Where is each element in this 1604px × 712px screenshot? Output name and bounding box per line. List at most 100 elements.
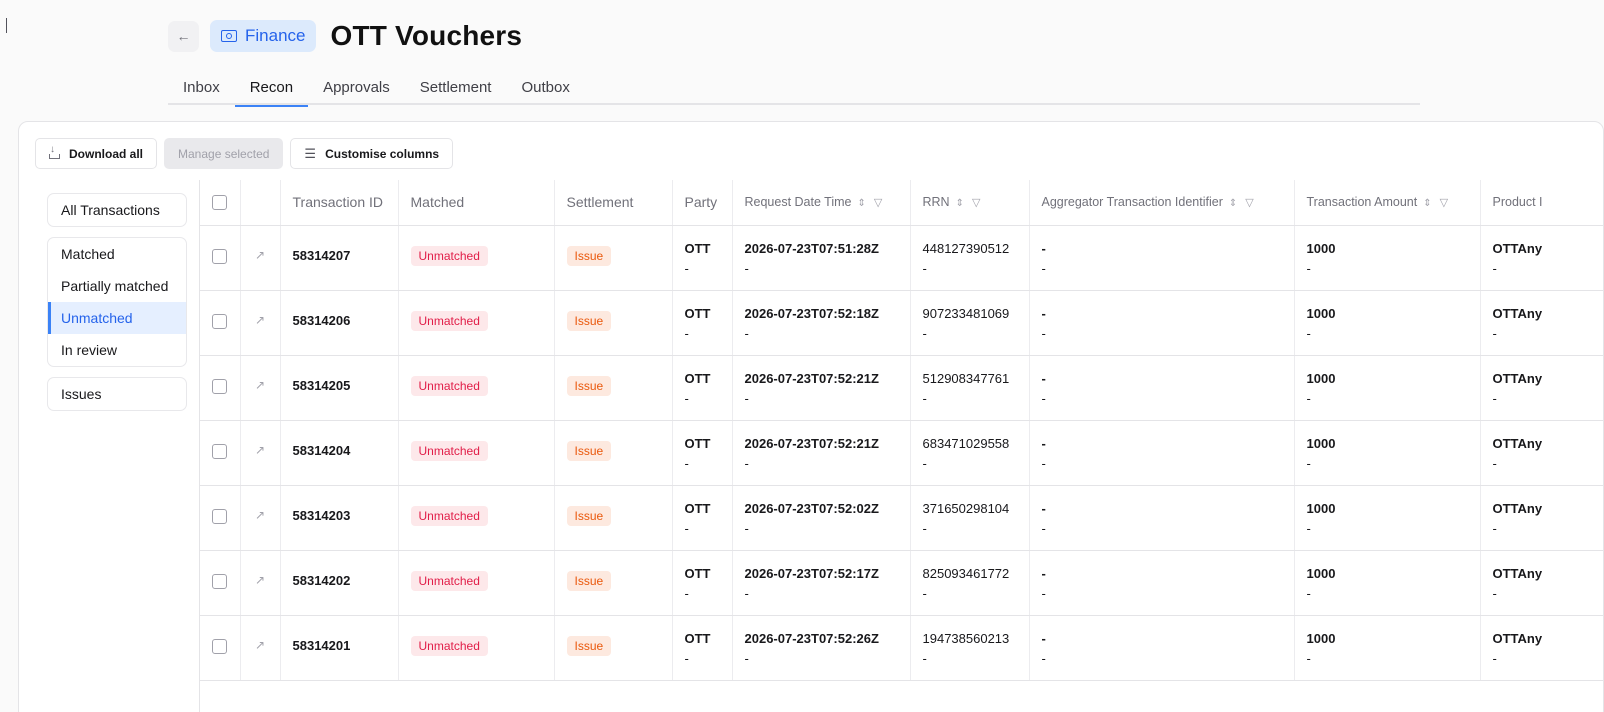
filter-icon[interactable]: ▽ <box>1245 197 1253 209</box>
rrn-value: 683471029558 <box>922 435 1010 451</box>
download-all-label: Download all <box>69 146 144 161</box>
filter-icon[interactable]: ▽ <box>972 197 980 209</box>
settlement-status-badge: Issue <box>566 570 612 591</box>
table-row[interactable]: ↗ 58314202 Unmatched Issue OTT -2026-07-23T07… <box>200 550 1603 616</box>
row-checkbox[interactable] <box>212 248 228 264</box>
finance-badge[interactable]: Finance <box>210 20 317 52</box>
request-date-secondary: - <box>744 390 749 406</box>
row-checkbox[interactable] <box>212 313 228 329</box>
filter-all-transactions[interactable]: All Transactions <box>48 194 186 226</box>
amount-value: 1000 <box>1306 500 1336 516</box>
column-header-aggregator-id[interactable]: Aggregator Transaction Identifier ⇕ ▽ <box>1029 180 1295 226</box>
back-button[interactable]: ← <box>168 20 199 52</box>
rrn-secondary: - <box>922 520 927 536</box>
row-checkbox[interactable] <box>212 573 228 589</box>
table-row[interactable]: ↗ 58314205 Unmatched Issue OTT -2026-07-23T07… <box>200 355 1603 421</box>
select-all-checkbox[interactable] <box>212 195 228 210</box>
party-value: OTT <box>684 370 711 386</box>
transaction-id[interactable]: 58314201 <box>280 615 399 681</box>
table-row[interactable]: ↗ 58314203 Unmatched Issue OTT -2026-07-23T07… <box>200 485 1603 551</box>
rrn-value: 448127390512 <box>922 240 1010 256</box>
rrn-value: 825093461772 <box>922 565 1010 581</box>
matched-status-badge: Unmatched <box>410 635 488 656</box>
table-row[interactable]: ↗ 58314204 Unmatched Issue OTT -2026-07-23T07… <box>200 420 1603 486</box>
filter-unmatched[interactable]: Unmatched <box>48 302 186 334</box>
external-link-icon[interactable]: ↗ <box>255 378 265 392</box>
external-link-icon[interactable]: ↗ <box>255 443 265 457</box>
column-header-party[interactable]: Party <box>672 180 733 226</box>
request-date-cell: 2026-07-23T07:52:26Z - <box>732 615 911 681</box>
row-checkbox[interactable] <box>212 443 228 459</box>
external-link-icon[interactable]: ↗ <box>255 573 265 587</box>
settlement-cell: Issue <box>554 420 673 486</box>
filter-icon[interactable]: ▽ <box>874 197 882 209</box>
manage-selected-button[interactable]: Manage selected <box>164 138 284 169</box>
tab-inbox[interactable]: Inbox <box>168 70 235 105</box>
tab-outbox[interactable]: Outbox <box>506 70 584 105</box>
transaction-id[interactable]: 58314204 <box>280 420 399 486</box>
sort-icon[interactable]: ⇕ <box>1229 198 1237 209</box>
party-value: OTT <box>684 240 711 256</box>
request-date-value: 2026-07-23T07:52:02Z <box>744 500 879 516</box>
rrn-cell: 512908347761 - <box>910 355 1030 421</box>
settlement-cell: Issue <box>554 355 673 421</box>
external-link-icon[interactable]: ↗ <box>255 248 265 262</box>
rrn-cell: 907233481069 - <box>910 290 1030 356</box>
column-header-transaction-id[interactable]: Transaction ID <box>280 180 399 226</box>
request-date-time-label: Request Date Time <box>744 195 852 209</box>
filter-icon[interactable]: ▽ <box>1440 197 1448 209</box>
row-select-cell <box>200 550 241 616</box>
external-link-icon[interactable]: ↗ <box>255 508 265 522</box>
transaction-id[interactable]: 58314206 <box>280 290 399 356</box>
transactions-table: Transaction ID Matched Settlement Party … <box>199 180 1603 712</box>
customise-columns-button[interactable]: ☰ Customise columns <box>290 138 454 169</box>
filter-partially-matched[interactable]: Partially matched <box>48 270 186 302</box>
amount-cell: 1000 - <box>1294 485 1481 551</box>
tab-settlement[interactable]: Settlement <box>405 70 507 105</box>
amount-cell: 1000 - <box>1294 550 1481 616</box>
recon-panel: Download all Manage selected ☰ Customise… <box>18 121 1604 712</box>
filter-in-review[interactable]: In review <box>48 334 186 366</box>
sort-icon[interactable]: ⇕ <box>956 198 964 209</box>
party-value: OTT <box>684 565 711 581</box>
amount-secondary: - <box>1306 455 1311 471</box>
filter-issues[interactable]: Issues <box>48 378 186 410</box>
tab-recon[interactable]: Recon <box>234 70 309 107</box>
column-header-request-date-time[interactable]: Request Date Time ⇕ ▽ <box>732 180 911 226</box>
external-link-icon[interactable]: ↗ <box>255 638 265 652</box>
request-date-secondary: - <box>744 585 749 601</box>
column-header-rrn[interactable]: RRN ⇕ ▽ <box>910 180 1030 226</box>
column-header-product[interactable]: Product I <box>1480 180 1603 226</box>
tab-approvals[interactable]: Approvals <box>308 70 405 105</box>
transaction-id[interactable]: 58314202 <box>280 550 399 616</box>
table-row[interactable]: ↗ 58314207 Unmatched Issue OTT -2026-07-23T07… <box>200 225 1603 291</box>
amount-value: 1000 <box>1306 240 1336 256</box>
rrn-cell: 825093461772 - <box>910 550 1030 616</box>
external-link-icon[interactable]: ↗ <box>255 313 265 327</box>
banknote-icon <box>221 30 237 42</box>
request-date-cell: 2026-07-23T07:52:17Z - <box>732 550 911 616</box>
filter-group-all: All Transactions <box>47 193 187 227</box>
row-checkbox[interactable] <box>212 638 228 654</box>
transaction-id[interactable]: 58314207 <box>280 225 399 291</box>
request-date-cell: 2026-07-23T07:52:02Z - <box>732 485 911 551</box>
filter-group-issues: Issues <box>47 377 187 411</box>
sort-icon[interactable]: ⇕ <box>858 198 866 209</box>
row-checkbox[interactable] <box>212 508 228 524</box>
transaction-id[interactable]: 58314205 <box>280 355 399 421</box>
column-header-transaction-amount[interactable]: Transaction Amount ⇕ ▽ <box>1294 180 1481 226</box>
download-all-button[interactable]: Download all <box>35 138 158 169</box>
sort-icon[interactable]: ⇕ <box>1423 198 1431 209</box>
row-checkbox[interactable] <box>212 378 228 394</box>
aggregator-cell: -- <box>1029 355 1295 421</box>
aggregator-cell: -- <box>1029 225 1295 291</box>
transaction-id[interactable]: 58314203 <box>280 485 399 551</box>
product-cell: OTTAny - <box>1480 225 1603 291</box>
column-header-matched[interactable]: Matched <box>398 180 555 226</box>
table-row[interactable]: ↗ 58314206 Unmatched Issue OTT -2026-07-23T07… <box>200 290 1603 356</box>
matched-status-badge: Unmatched <box>410 570 488 591</box>
manage-selected-label: Manage selected <box>178 146 270 161</box>
column-header-settlement[interactable]: Settlement <box>554 180 673 226</box>
filter-matched[interactable]: Matched <box>48 238 186 270</box>
table-row[interactable]: ↗ 58314201 Unmatched Issue OTT -2026-07-23T07… <box>200 615 1603 681</box>
